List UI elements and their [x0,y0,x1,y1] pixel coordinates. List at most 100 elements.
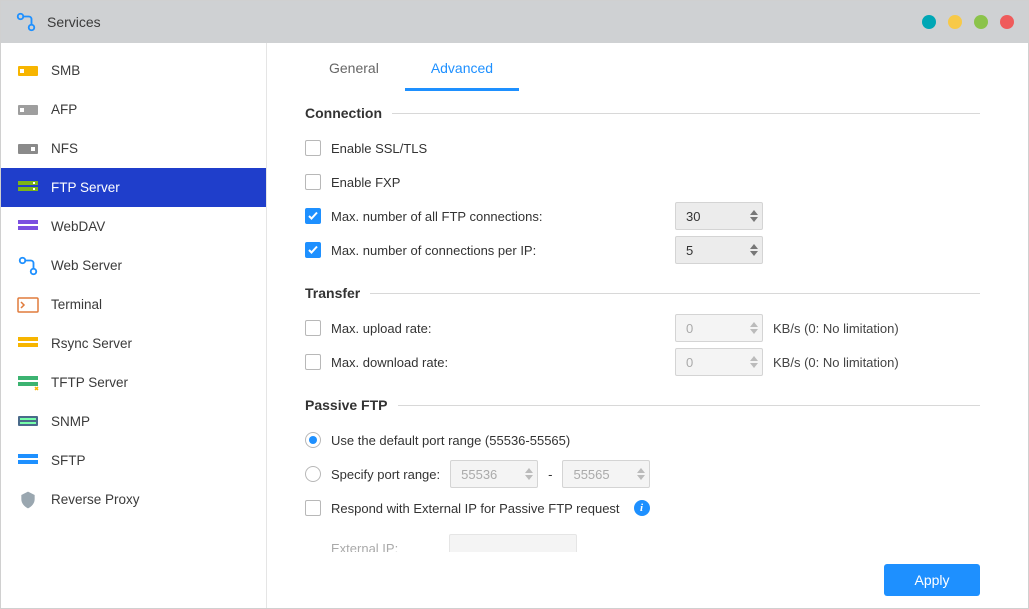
sidebar-item-snmp[interactable]: SNMP [1,402,266,441]
sidebar-item-terminal[interactable]: Terminal [1,285,266,324]
window-dot-2[interactable] [948,15,962,29]
webserver-icon [17,258,39,274]
main-panel: General Advanced Connection Enable SSL/T… [267,43,1028,608]
sidebar-item-label: Rsync Server [51,336,132,351]
sidebar-item-label: AFP [51,102,77,117]
tftp-icon [17,375,39,391]
label-enable-fxp: Enable FXP [331,175,400,190]
spin-max-upload-value: 0 [686,321,693,336]
row-max-all: Max. number of all FTP connections: 30 [305,199,980,233]
legend-passive-ftp: Passive FTP [305,397,398,413]
checkbox-max-download[interactable] [305,354,321,370]
sidebar: SMB AFP NFS FTP Server WebDAV Web Server [1,43,267,608]
row-use-default-range: Use the default port range (55536-55565) [305,423,980,457]
spin-max-upload[interactable]: 0 [675,314,763,342]
radio-specify-range[interactable] [305,466,321,482]
legend-connection: Connection [305,105,392,121]
spin-max-all-value: 30 [686,209,700,224]
sidebar-item-smb[interactable]: SMB [1,51,266,90]
radio-use-default-range[interactable] [305,432,321,448]
stepper-arrows-icon[interactable] [525,468,533,480]
window-title: Services [47,14,101,30]
footer: Apply [267,552,1018,608]
spin-max-ip[interactable]: 5 [675,236,763,264]
label-specify-range: Specify port range: [331,467,440,482]
content-scroll[interactable]: Connection Enable SSL/TLS Enable FXP Max… [267,91,1018,552]
stepper-arrows-icon[interactable] [637,468,645,480]
spin-max-download-value: 0 [686,355,693,370]
row-specify-range: Specify port range: 55536 - 55565 [305,457,980,491]
row-max-ip: Max. number of connections per IP: 5 [305,233,980,267]
smb-icon [17,63,39,79]
spin-max-download[interactable]: 0 [675,348,763,376]
sidebar-item-afp[interactable]: AFP [1,90,266,129]
spin-port-from-value: 55536 [461,467,497,482]
body: SMB AFP NFS FTP Server WebDAV Web Server [1,43,1028,608]
sidebar-item-label: WebDAV [51,219,105,234]
row-external-ip: External IP: [305,531,980,552]
sidebar-item-sftp[interactable]: SFTP [1,441,266,480]
checkbox-max-all[interactable] [305,208,321,224]
sidebar-item-label: NFS [51,141,78,156]
tab-general[interactable]: General [303,60,405,91]
window-dot-1[interactable] [922,15,936,29]
nfs-icon [17,141,39,157]
webdav-icon [17,219,39,235]
afp-icon [17,102,39,118]
legend-transfer: Transfer [305,285,370,301]
snmp-icon [17,414,39,430]
checkbox-max-ip[interactable] [305,242,321,258]
sftp-icon [17,453,39,469]
tab-advanced[interactable]: Advanced [405,60,519,91]
label-external-ip: External IP: [331,541,431,553]
label-max-upload: Max. upload rate: [331,321,431,336]
label-enable-ssl: Enable SSL/TLS [331,141,427,156]
label-respond-external-ip: Respond with External IP for Passive FTP… [331,501,620,516]
suffix-download: KB/s (0: No limitation) [773,355,899,370]
stepper-arrows-icon[interactable] [750,244,758,256]
terminal-icon [17,297,39,313]
label-use-default-range: Use the default port range (55536-55565) [331,433,570,448]
row-respond-external-ip: Respond with External IP for Passive FTP… [305,491,980,525]
apply-button[interactable]: Apply [884,564,980,596]
spin-port-from[interactable]: 55536 [450,460,538,488]
sidebar-item-web-server[interactable]: Web Server [1,246,266,285]
sidebar-item-webdav[interactable]: WebDAV [1,207,266,246]
checkbox-respond-external-ip[interactable] [305,500,321,516]
label-max-all: Max. number of all FTP connections: [331,209,542,224]
titlebar-left: Services [15,14,101,30]
stepper-arrows-icon[interactable] [750,356,758,368]
window-dot-3[interactable] [974,15,988,29]
sidebar-item-label: FTP Server [51,180,120,195]
row-enable-fxp: Enable FXP [305,165,980,199]
app-icon [15,14,37,30]
sidebar-item-nfs[interactable]: NFS [1,129,266,168]
sidebar-item-label: SMB [51,63,80,78]
spin-max-all[interactable]: 30 [675,202,763,230]
checkbox-max-upload[interactable] [305,320,321,336]
spin-port-to[interactable]: 55565 [562,460,650,488]
sidebar-item-tftp-server[interactable]: TFTP Server [1,363,266,402]
suffix-upload: KB/s (0: No limitation) [773,321,899,336]
stepper-arrows-icon[interactable] [750,210,758,222]
label-max-ip: Max. number of connections per IP: [331,243,536,258]
window-controls [922,15,1014,29]
checkbox-enable-fxp[interactable] [305,174,321,190]
window-dot-4[interactable] [1000,15,1014,29]
tabbar: General Advanced [267,43,1018,91]
info-icon[interactable]: i [634,500,650,516]
row-max-upload: Max. upload rate: 0 KB/s (0: No limitati… [305,311,980,345]
port-range-dash: - [548,467,552,482]
sidebar-item-ftp-server[interactable]: FTP Server [1,168,266,207]
stepper-arrows-icon[interactable] [750,322,758,334]
spin-port-to-value: 55565 [573,467,609,482]
ftp-icon [17,180,39,196]
section-passive-ftp: Passive FTP Use the default port range (… [305,397,980,552]
row-enable-ssl: Enable SSL/TLS [305,131,980,165]
checkbox-enable-ssl[interactable] [305,140,321,156]
services-window: Services SMB AFP NFS [0,0,1029,609]
input-external-ip[interactable] [449,534,577,552]
sidebar-item-rsync-server[interactable]: Rsync Server [1,324,266,363]
sidebar-item-reverse-proxy[interactable]: Reverse Proxy [1,480,266,519]
titlebar: Services [1,1,1028,43]
